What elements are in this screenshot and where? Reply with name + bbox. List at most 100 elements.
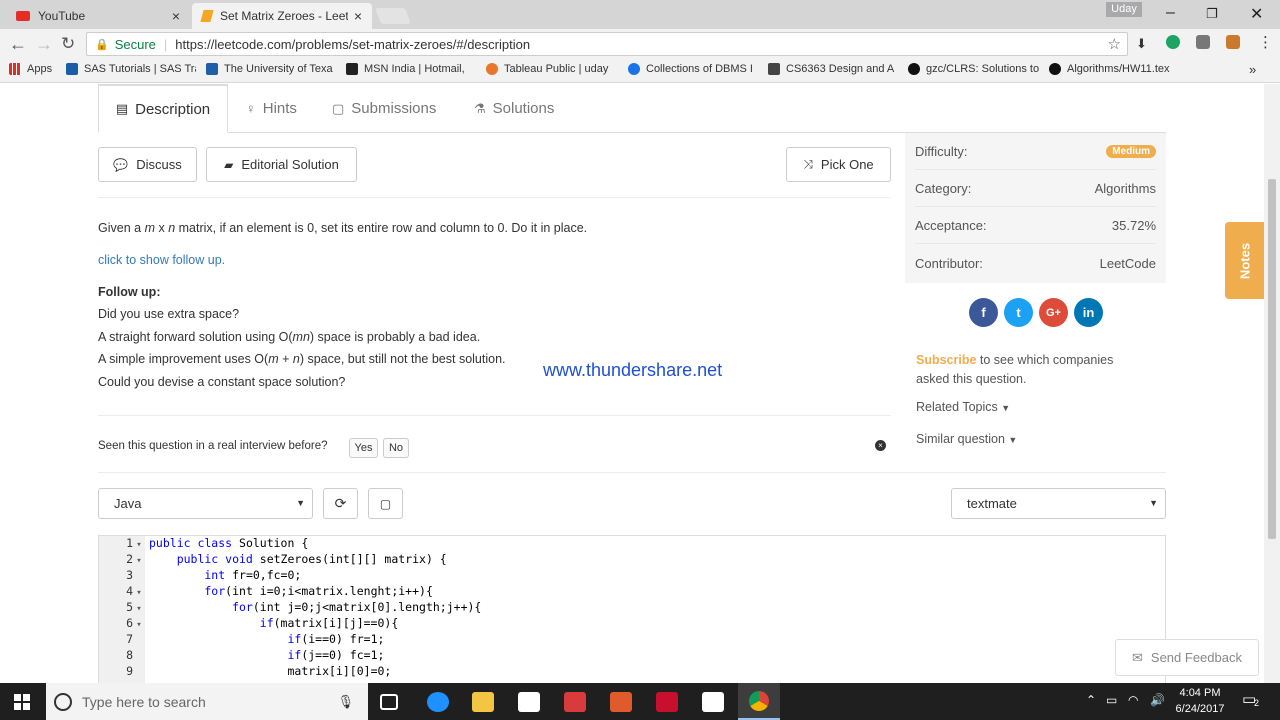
app-icon[interactable] <box>564 692 586 712</box>
reset-code-button[interactable]: ⟳ <box>323 488 358 519</box>
fold-arrow-icon[interactable]: ▾ <box>133 556 145 566</box>
lock-icon: 🔒 <box>95 38 109 51</box>
scrollbar-thumb[interactable] <box>1268 179 1276 539</box>
close-window-icon[interactable]: ✕ <box>1250 4 1263 24</box>
tray-up-arrow-icon[interactable]: ⌃ <box>1086 693 1096 707</box>
fold-arrow-icon[interactable]: ▾ <box>133 620 145 630</box>
tab-label: Hints <box>262 100 297 117</box>
bookmark-star-icon[interactable]: ☆ <box>1108 35 1121 53</box>
restore-icon[interactable]: ❐ <box>1206 6 1218 22</box>
bookmark-msn[interactable]: MSN India | Hotmail, <box>346 63 476 75</box>
divider <box>98 472 1166 473</box>
more-bookmarks-button[interactable]: » <box>1249 62 1256 77</box>
code-line[interactable]: 7 if(i==0) fr=1; <box>99 632 1165 648</box>
code-file-icon: ▢ <box>332 100 345 116</box>
fold-arrow-icon[interactable]: ▾ <box>133 604 145 614</box>
chrome-taskbar-button[interactable] <box>738 683 780 720</box>
bookmark-label: SAS Tutorials | SAS Tra <box>84 63 196 75</box>
system-clock[interactable]: 4:04 PM 6/24/2017 <box>1166 685 1234 717</box>
new-tab-button[interactable] <box>375 8 411 24</box>
mail-icon[interactable] <box>702 692 724 712</box>
no-button[interactable]: No <box>383 438 409 458</box>
grammarly-icon[interactable] <box>1166 35 1180 49</box>
pick-one-button[interactable]: ⤨ Pick One <box>786 147 891 182</box>
extension-icon[interactable] <box>1196 35 1210 49</box>
language-select[interactable]: Java ▼ <box>98 488 313 519</box>
problem-tabs: ▤ Description ♀ Hints ▢ Submissions ⚗ Soluti… <box>98 84 1166 133</box>
code-editor[interactable]: 1 ▾ public class Solution {2 ▾ public void … <box>98 535 1166 683</box>
tab-hints[interactable]: ♀ Hints <box>246 84 297 133</box>
send-feedback-button[interactable]: ✉ Send Feedback <box>1115 639 1259 676</box>
notes-tab[interactable]: Notes <box>1225 222 1264 299</box>
show-follow-up-link[interactable]: click to show follow up. <box>98 253 225 267</box>
edge-icon[interactable] <box>427 692 449 712</box>
twitter-icon[interactable]: t <box>1004 298 1033 327</box>
bookmark-clrs[interactable]: gzc/CLRS: Solutions to <box>908 63 1040 75</box>
browser-tab-youtube[interactable]: YouTube × <box>6 3 190 29</box>
bookmark-label: MSN India | Hotmail, <box>364 63 471 75</box>
subscribe-link[interactable]: Subscribe <box>916 353 976 367</box>
code-text: public class Solution { <box>149 536 309 550</box>
fold-arrow-icon[interactable]: ▾ <box>133 588 145 598</box>
browser-tab-leetcode[interactable]: Set Matrix Zeroes - LeetC × <box>192 3 372 29</box>
forward-arrow-icon[interactable]: → <box>35 34 53 55</box>
discuss-button[interactable]: 💬 Discuss <box>98 147 197 182</box>
code-text: for(int i=0;i<matrix.lenght;i++){ <box>149 584 433 598</box>
bookmark-tableau[interactable]: Tableau Public | uday <box>486 63 616 75</box>
google-plus-icon[interactable]: G+ <box>1039 298 1068 327</box>
code-line[interactable]: 6 ▾ if(matrix[i][j]==0){ <box>99 616 1165 632</box>
linkedin-icon[interactable]: in <box>1074 298 1103 327</box>
menu-dots-icon[interactable]: ⋮ <box>1258 33 1273 51</box>
code-line[interactable]: 2 ▾ public void setZeroes(int[][] matrix)… <box>99 552 1165 568</box>
reload-icon[interactable]: ↻ <box>61 34 75 54</box>
minimize-icon[interactable]: – <box>1166 4 1175 22</box>
watermark-text: www.thundershare.net <box>543 360 723 380</box>
volume-icon[interactable]: 🔊 <box>1150 693 1165 707</box>
tab-description[interactable]: ▤ Description <box>98 84 228 133</box>
user-profile-badge[interactable]: Uday <box>1106 2 1142 17</box>
app-icon[interactable] <box>610 692 632 712</box>
code-line[interactable]: 5 ▾ for(int j=0;j<matrix[0].length;j++){ <box>99 600 1165 616</box>
bookmark-utexas[interactable]: The University of Texa <box>206 63 336 75</box>
bookmark-cs6363[interactable]: CS6363 Design and A <box>768 63 898 75</box>
bookmark-sas[interactable]: SAS Tutorials | SAS Tra <box>66 63 196 75</box>
store-icon[interactable] <box>518 692 540 712</box>
bookmark-dbms[interactable]: Collections of DBMS I <box>628 63 758 75</box>
wifi-icon[interactable]: ◠ <box>1128 693 1138 707</box>
mcafee-icon[interactable] <box>656 692 678 712</box>
close-tab-icon[interactable]: × <box>354 8 362 24</box>
taskbar-search-box[interactable]: Type here to search 🎙 <box>46 683 368 720</box>
facebook-icon[interactable]: f <box>969 298 998 327</box>
task-view-icon[interactable] <box>380 694 398 710</box>
editorial-solution-button[interactable]: ▰ Editorial Solution <box>206 147 357 182</box>
code-line[interactable]: 4 ▾ for(int i=0;i<matrix.lenght;i++){ <box>99 584 1165 600</box>
tab-solutions[interactable]: ⚗ Solutions <box>474 84 554 133</box>
bookmark-algorithms[interactable]: Algorithms/HW11.tex <box>1049 63 1179 75</box>
extension-icon[interactable] <box>1226 35 1240 49</box>
code-line[interactable]: 9 matrix[i][0]=0; <box>99 664 1165 680</box>
similar-question-dropdown[interactable]: Similar question ▼ <box>916 432 1017 446</box>
code-line[interactable]: 1 ▾ public class Solution { <box>99 536 1165 552</box>
problem-info-panel: Difficulty: Medium Category: Algorithms Ac… <box>905 133 1166 283</box>
follow-up-title: Follow up: <box>98 285 161 299</box>
theme-select[interactable]: textmate ▼ <box>951 488 1166 519</box>
related-topics-dropdown[interactable]: Related Topics ▼ <box>916 400 1010 414</box>
code-line[interactable]: 3 int fr=0,fc=0; <box>99 568 1165 584</box>
fold-arrow-icon[interactable]: ▾ <box>133 540 145 550</box>
yes-button[interactable]: Yes <box>349 438 378 458</box>
microphone-icon[interactable]: 🎙 <box>337 694 354 710</box>
file-explorer-icon[interactable] <box>472 692 494 712</box>
page-scrollbar[interactable] <box>1264 84 1280 683</box>
close-circle-icon[interactable]: × <box>875 440 886 451</box>
windows-start-icon[interactable] <box>14 694 30 710</box>
tab-submissions[interactable]: ▢ Submissions <box>332 84 436 133</box>
close-tab-icon[interactable]: × <box>172 8 180 24</box>
code-line[interactable]: 8 if(j==0) fc=1; <box>99 648 1165 664</box>
load-code-button[interactable]: ▢ <box>368 488 403 519</box>
battery-icon[interactable]: ▭ <box>1106 693 1117 707</box>
bookmark-label: The University of Texa <box>224 63 333 75</box>
address-bar[interactable]: 🔒 Secure | https://leetcode.com/problems… <box>86 32 1128 56</box>
back-arrow-icon[interactable]: ← <box>9 34 27 55</box>
download-icon[interactable]: ⬇ <box>1136 36 1150 51</box>
bookmark-apps[interactable]: Apps <box>9 63 52 75</box>
